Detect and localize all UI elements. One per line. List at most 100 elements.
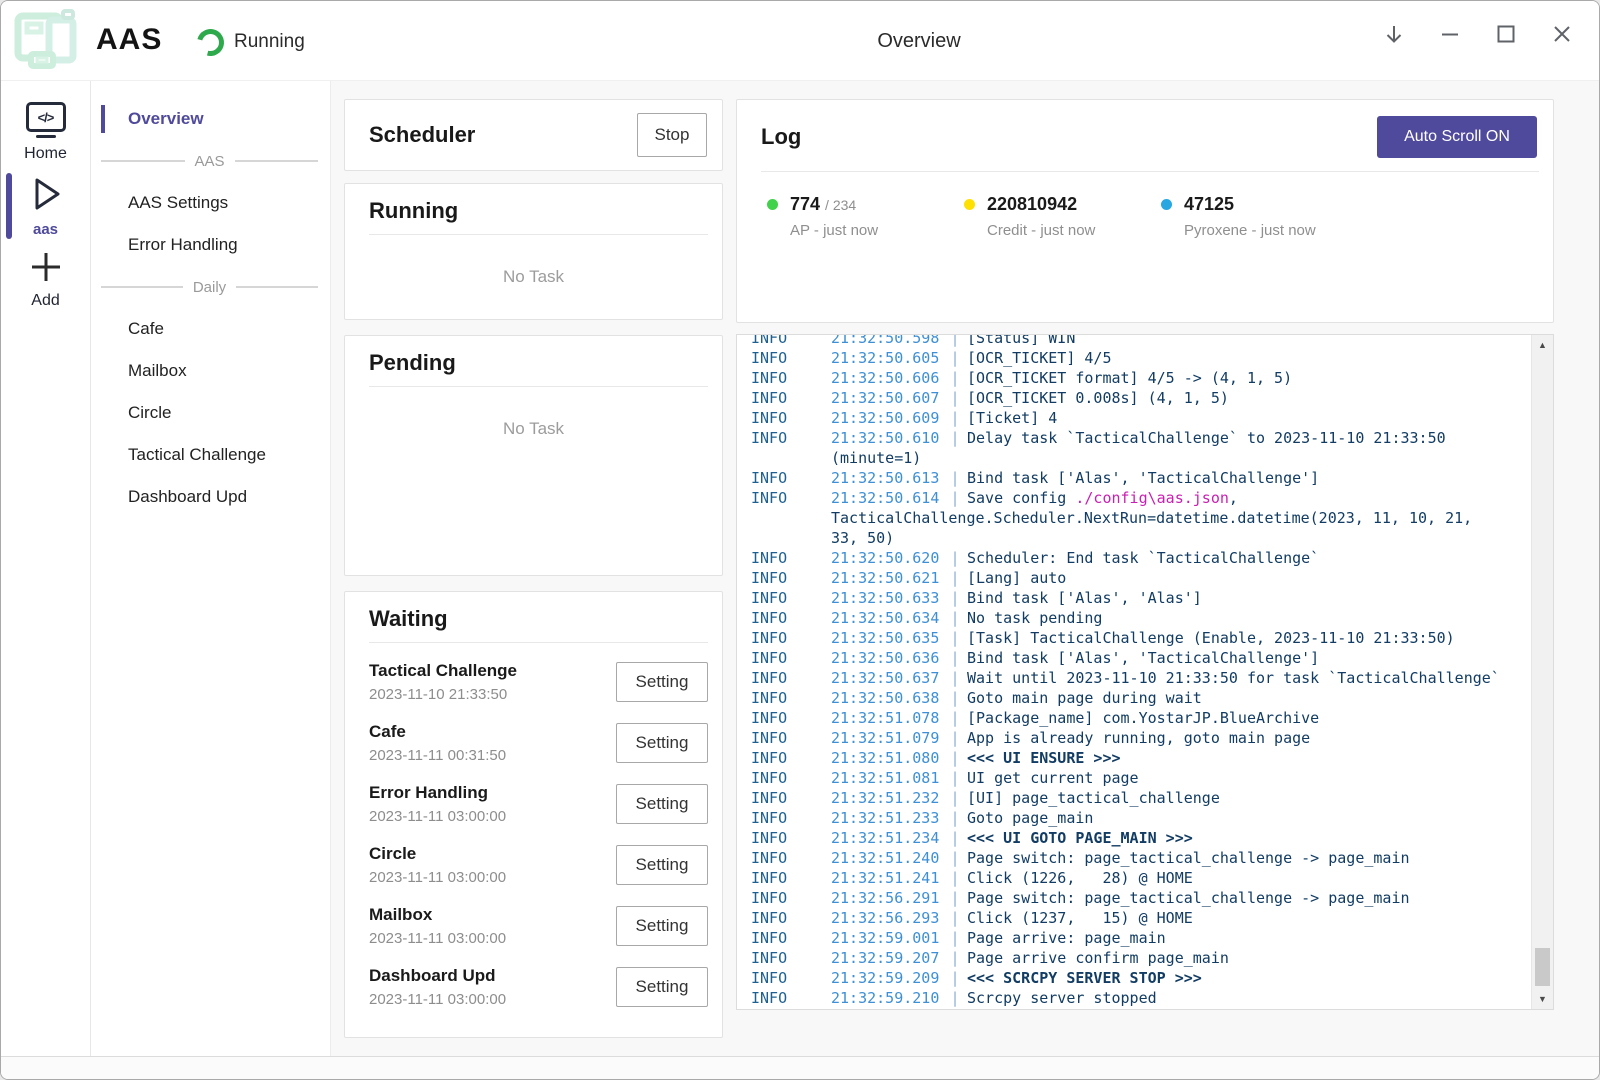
minimize-button[interactable]: [1429, 13, 1471, 55]
maximize-button[interactable]: [1485, 13, 1527, 55]
log-message: UI get current page: [967, 768, 1139, 788]
log-level: INFO: [751, 568, 831, 588]
log-separator: |: [943, 348, 967, 368]
log-time: 21:32:50.633: [831, 588, 943, 608]
arrow-down-button[interactable]: [1373, 13, 1415, 55]
log-level: INFO: [751, 968, 831, 988]
sidebar-item-mailbox[interactable]: Mailbox: [91, 350, 330, 392]
stat-value-row: 774/ 234: [767, 194, 964, 215]
scroll-down-button[interactable]: ▼: [1532, 989, 1553, 1009]
log-time: 21:32:51.241: [831, 868, 943, 888]
waiting-card: Waiting Tactical Challenge2023-11-10 21:…: [344, 591, 723, 1038]
log-time: 21:32:56.291: [831, 888, 943, 908]
log-message: [Lang] auto: [967, 568, 1066, 588]
log-line: INFO21:32:51.240|Page switch: page_tacti…: [751, 848, 1527, 868]
log-time: 21:32:59.001: [831, 928, 943, 948]
icon-rail: </> Home aas Add: [1, 81, 91, 1056]
log-separator: |: [943, 468, 967, 488]
rail-item-home[interactable]: </> Home: [1, 102, 90, 163]
log-level: INFO: [751, 888, 831, 908]
pending-empty-text: No Task: [345, 419, 722, 439]
task-info: Error Handling2023-11-11 03:00:00: [369, 783, 506, 825]
log-time: 21:32:50.614: [831, 488, 943, 508]
log-message: App is already running, goto main page: [967, 728, 1310, 748]
log-line: INFO21:32:50.620|Scheduler: End task `Ta…: [751, 548, 1527, 568]
scroll-up-button[interactable]: ▲: [1532, 335, 1553, 355]
log-level: INFO: [751, 828, 831, 848]
task-time: 2023-11-11 00:31:50: [369, 747, 506, 764]
log-message: Delay task `TacticalChallenge` to 2023-1…: [967, 428, 1446, 448]
log-line: INFO21:32:51.232|[UI] page_tactical_chal…: [751, 788, 1527, 808]
log-time: 21:32:50.635: [831, 628, 943, 648]
rail-aas-label: aas: [33, 221, 58, 238]
task-setting-button[interactable]: Setting: [616, 845, 708, 885]
divider-line: [101, 286, 183, 288]
waiting-task-list: Tactical Challenge2023-11-10 21:33:50Set…: [345, 643, 722, 1017]
sidebar-item-error-handling[interactable]: Error Handling: [91, 224, 330, 266]
sidebar-item-overview[interactable]: Overview: [91, 98, 330, 140]
auto-scroll-button[interactable]: Auto Scroll ON: [1377, 116, 1537, 158]
log-separator: |: [943, 748, 967, 768]
close-button[interactable]: [1541, 13, 1583, 55]
log-message: No task pending: [967, 608, 1102, 628]
divider: [369, 386, 708, 387]
sidebar-item-tactical-challenge[interactable]: Tactical Challenge: [91, 434, 330, 476]
log-time: 21:32:59.210: [831, 988, 943, 1008]
log-separator: |: [943, 428, 967, 448]
log-stats: 774/ 234AP - just now220810942Credit - j…: [737, 172, 1553, 239]
task-info: Dashboard Upd2023-11-11 03:00:00: [369, 966, 506, 1008]
log-continuation: (minute=1): [831, 448, 921, 468]
log-separator: |: [943, 628, 967, 648]
stat-label: Credit - just now: [987, 222, 1161, 239]
stat-value: 47125: [1184, 194, 1234, 215]
log-time: 21:32:59.209: [831, 968, 943, 988]
log-message: Goto main page during wait: [967, 688, 1202, 708]
task-setting-button[interactable]: Setting: [616, 662, 708, 702]
stat-dot-icon: [1161, 199, 1172, 210]
sidebar-item-circle[interactable]: Circle: [91, 392, 330, 434]
task-name: Tactical Challenge: [369, 661, 517, 681]
stop-button[interactable]: Stop: [637, 113, 707, 157]
log-message: [OCR_TICKET 0.008s] (4, 1, 5): [967, 388, 1229, 408]
scrollbar-thumb[interactable]: [1535, 948, 1550, 986]
log-time: 21:32:51.078: [831, 708, 943, 728]
waiting-title: Waiting: [369, 606, 448, 631]
task-setting-button[interactable]: Setting: [616, 967, 708, 1007]
log-message: [Ticket] 4: [967, 408, 1057, 428]
rail-item-add[interactable]: Add: [1, 249, 90, 310]
log-level: INFO: [751, 988, 831, 1008]
waiting-task-row: Circle 2023-11-11 03:00:00 Setting: [345, 834, 722, 895]
task-name: Dashboard Upd: [369, 966, 506, 986]
log-separator: |: [943, 568, 967, 588]
log-separator: |: [943, 768, 967, 788]
log-level: INFO: [751, 648, 831, 668]
arrow-down-icon: [1382, 22, 1406, 46]
sidebar-item-label: Error Handling: [128, 235, 238, 255]
log-scrollbar[interactable]: ▲ ▼: [1531, 335, 1553, 1009]
log-separator: |: [943, 948, 967, 968]
task-time: 2023-11-11 03:00:00: [369, 869, 506, 886]
log-separator: |: [943, 548, 967, 568]
task-setting-button[interactable]: Setting: [616, 784, 708, 824]
divider: [369, 234, 708, 235]
rail-item-aas[interactable]: aas: [1, 174, 90, 238]
log-level: INFO: [751, 868, 831, 888]
log-level: INFO: [751, 808, 831, 828]
task-setting-button[interactable]: Setting: [616, 723, 708, 763]
stat-value-row: 47125: [1161, 194, 1358, 215]
sidebar-item-aas-settings[interactable]: AAS Settings: [91, 182, 330, 224]
task-name: Error Handling: [369, 783, 506, 803]
sidebar-item-dashboard-upd[interactable]: Dashboard Upd: [91, 476, 330, 518]
sidebar-item-cafe[interactable]: Cafe: [91, 308, 330, 350]
log-line: INFO21:32:50.637|Wait until 2023-11-10 2…: [751, 668, 1527, 688]
log-output[interactable]: INFO21:32:50.598|[Status] WININFO21:32:5…: [736, 334, 1554, 1010]
log-line: INFO21:32:59.209|<<< SCRCPY SERVER STOP …: [751, 968, 1527, 988]
stat-label: AP - just now: [790, 222, 964, 239]
log-message: [Task] TacticalChallenge (Enable, 2023-1…: [967, 628, 1455, 648]
play-icon: [27, 174, 65, 214]
log-separator: |: [943, 708, 967, 728]
task-name: Circle: [369, 844, 506, 864]
task-setting-button[interactable]: Setting: [616, 906, 708, 946]
sidebar: OverviewAASAAS SettingsError HandlingDai…: [91, 81, 331, 1056]
log-time: 21:32:50.638: [831, 688, 943, 708]
